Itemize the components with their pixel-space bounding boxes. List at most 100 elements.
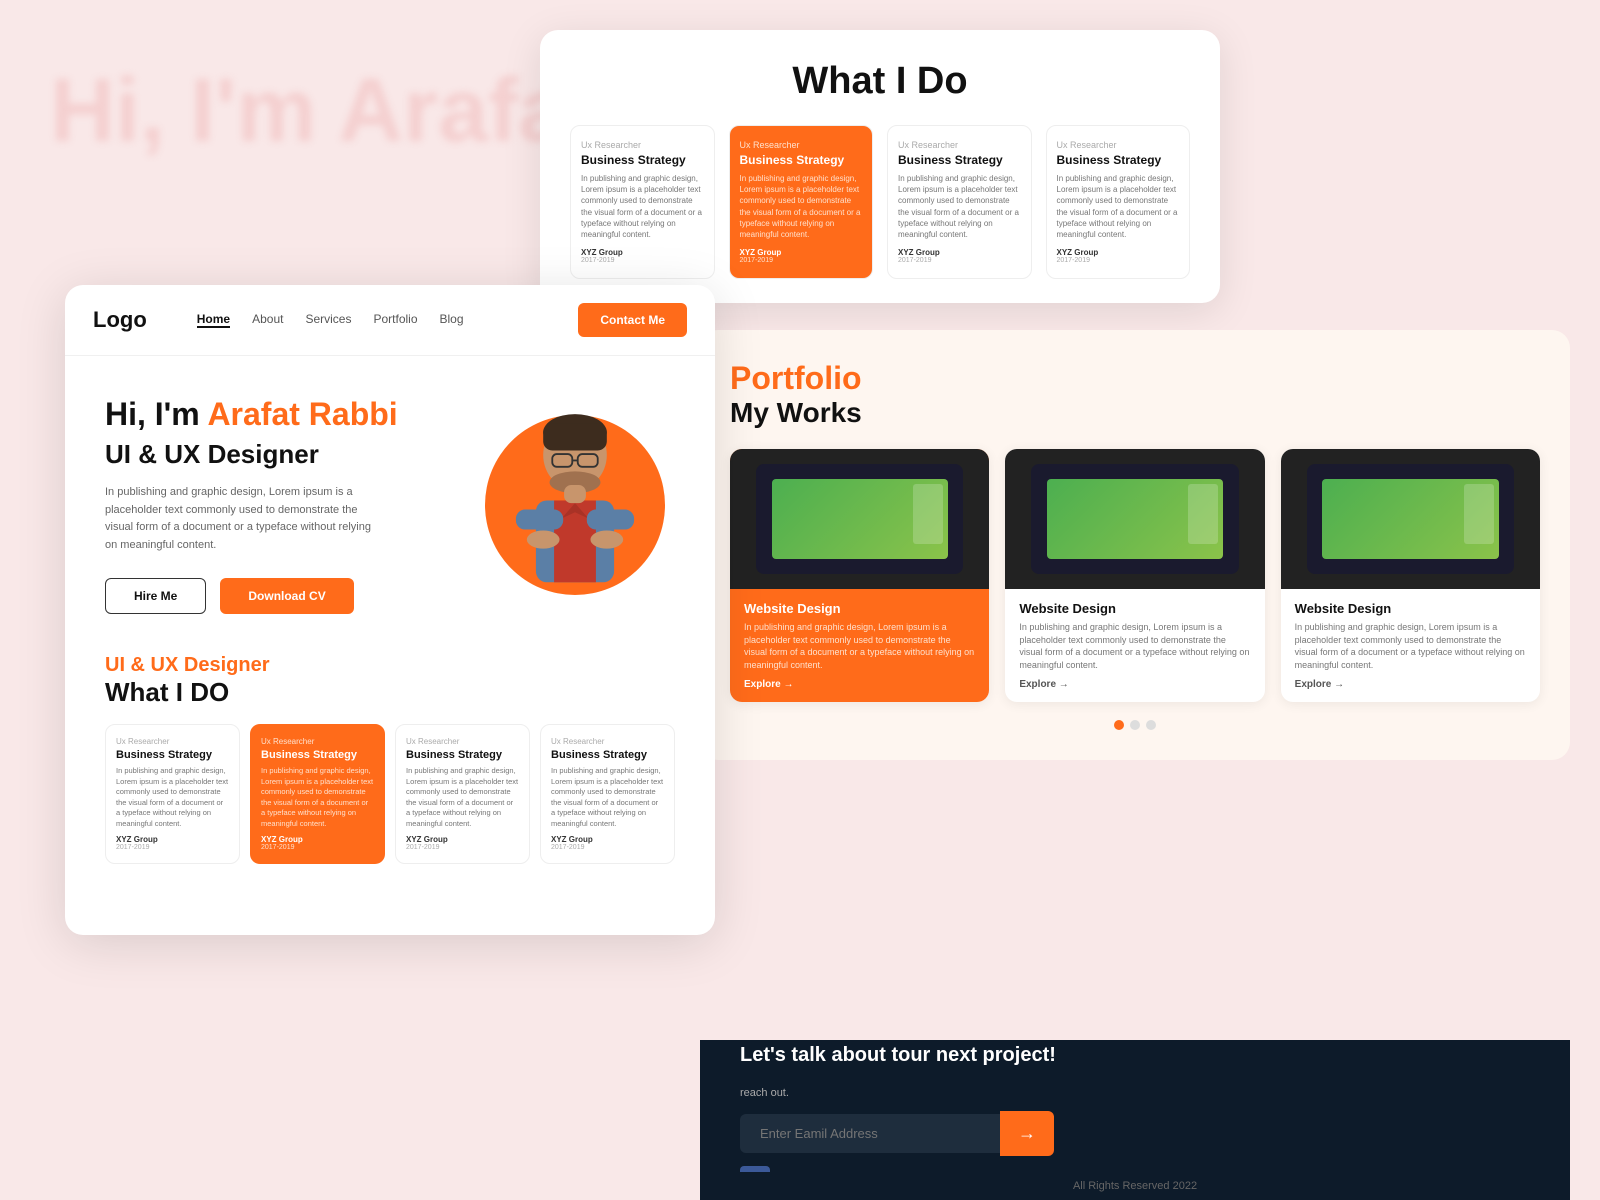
dot-1[interactable] <box>1114 720 1124 730</box>
svc-company-0: XYZ Group <box>581 248 704 257</box>
svc-company-2: XYZ Group <box>898 248 1021 257</box>
svc-company-3: XYZ Group <box>1057 248 1180 257</box>
hero-role: UI & UX Designer <box>105 439 475 470</box>
portfolio-img-2 <box>1281 449 1540 589</box>
explore-link-1[interactable]: Explore → <box>1019 679 1250 690</box>
main-svc-desc-2: In publishing and graphic design, Lorem … <box>406 766 519 829</box>
portfolio-label: Portfolio <box>730 360 1540 397</box>
what-i-do-back-card: What I Do Ux Researcher Business Strateg… <box>540 30 1220 303</box>
main-svc-company-0: XYZ Group <box>116 835 229 844</box>
what-i-do-section: UI & UX Designer What I DO Ux Researcher… <box>65 634 715 874</box>
svc-year-3: 2017-2019 <box>1057 257 1180 264</box>
back-card-service-grid: Ux Researcher Business Strategy In publi… <box>570 125 1190 279</box>
main-svc-title-1: Business Strategy <box>261 749 374 761</box>
svc-company-1: XYZ Group <box>740 248 863 257</box>
portfolio-card-0[interactable]: Website Design In publishing and graphic… <box>730 449 989 702</box>
portfolio-img-0 <box>730 449 989 589</box>
svc-desc-0: In publishing and graphic design, Lorem … <box>581 173 704 240</box>
main-svc-card-1[interactable]: Ux Researcher Business Strategy In publi… <box>250 724 385 864</box>
navbar: Logo Home About Services Portfolio Blog … <box>65 285 715 356</box>
svc-desc-1: In publishing and graphic design, Lorem … <box>740 173 863 240</box>
main-svc-desc-1: In publishing and graphic design, Lorem … <box>261 766 374 829</box>
nav-link-home[interactable]: Home <box>197 312 230 328</box>
portfolio-card-title-0: Website Design <box>744 601 975 616</box>
main-svc-year-2: 2017-2019 <box>406 844 519 851</box>
back-service-card-3[interactable]: Ux Researcher Business Strategy In publi… <box>1046 125 1191 279</box>
portfolio-card-1[interactable]: Website Design In publishing and graphic… <box>1005 449 1264 702</box>
main-svc-company-2: XYZ Group <box>406 835 519 844</box>
svc-title-2: Business Strategy <box>898 153 1021 167</box>
hero-desc: In publishing and graphic design, Lorem … <box>105 484 385 554</box>
main-svc-role-0: Ux Researcher <box>116 737 229 746</box>
nav-links: Home About Services Portfolio Blog <box>197 312 559 328</box>
svc-title-3: Business Strategy <box>1057 153 1180 167</box>
hire-me-button[interactable]: Hire Me <box>105 578 206 614</box>
back-service-card-2[interactable]: Ux Researcher Business Strategy In publi… <box>887 125 1032 279</box>
hero-greeting: Hi, I'm Arafat Rabbi <box>105 396 475 433</box>
hero-section: Hi, I'm Arafat Rabbi UI & UX Designer In… <box>65 356 715 634</box>
email-submit-button[interactable]: → <box>1000 1111 1054 1156</box>
svc-year-0: 2017-2019 <box>581 257 704 264</box>
dot-2[interactable] <box>1130 720 1140 730</box>
main-card: Logo Home About Services Portfolio Blog … <box>65 285 715 935</box>
footer-cta-text: Let's talk about tour next project! <box>740 1044 1056 1067</box>
nav-logo: Logo <box>93 307 147 333</box>
portfolio-card-desc-1: In publishing and graphic design, Lorem … <box>1019 621 1250 671</box>
hero-name: Arafat Rabbi <box>207 396 397 432</box>
main-svc-title-0: Business Strategy <box>116 749 229 761</box>
portfolio-img-1 <box>1005 449 1264 589</box>
hero-image-container <box>475 405 675 605</box>
main-svc-card-0[interactable]: Ux Researcher Business Strategy In publi… <box>105 724 240 864</box>
nav-link-services[interactable]: Services <box>305 312 351 328</box>
portfolio-card-desc-0: In publishing and graphic design, Lorem … <box>744 621 975 671</box>
svc-title-1: Business Strategy <box>740 153 863 167</box>
back-card-title: What I Do <box>570 60 1190 103</box>
nav-link-blog[interactable]: Blog <box>440 312 464 328</box>
explore-link-2[interactable]: Explore → <box>1295 679 1526 690</box>
portfolio-grid: Website Design In publishing and graphic… <box>730 449 1540 702</box>
dot-3[interactable] <box>1146 720 1156 730</box>
main-svc-role-2: Ux Researcher <box>406 737 519 746</box>
hero-text: Hi, I'm Arafat Rabbi UI & UX Designer In… <box>105 396 475 614</box>
email-input[interactable] <box>740 1114 1000 1153</box>
portfolio-section: Portfolio My Works Website Design In pub… <box>700 330 1570 760</box>
main-svc-year-1: 2017-2019 <box>261 844 374 851</box>
download-cv-button[interactable]: Download CV <box>220 578 353 614</box>
main-svc-title-3: Business Strategy <box>551 749 664 761</box>
main-svc-company-3: XYZ Group <box>551 835 664 844</box>
main-svc-company-1: XYZ Group <box>261 835 374 844</box>
portfolio-card-title-1: Website Design <box>1019 601 1250 616</box>
nav-link-about[interactable]: About <box>252 312 283 328</box>
portfolio-card-desc-2: In publishing and graphic design, Lorem … <box>1295 621 1526 671</box>
contact-me-button[interactable]: Contact Me <box>578 303 687 337</box>
main-svc-card-3[interactable]: Ux Researcher Business Strategy In publi… <box>540 724 675 864</box>
main-svc-desc-0: In publishing and graphic design, Lorem … <box>116 766 229 829</box>
section-title: What I DO <box>105 677 675 708</box>
nav-link-portfolio[interactable]: Portfolio <box>373 312 417 328</box>
portfolio-card-2[interactable]: Website Design In publishing and graphic… <box>1281 449 1540 702</box>
hero-hi: Hi, I'm <box>105 396 200 432</box>
svc-role-3: Ux Researcher <box>1057 140 1180 150</box>
portfolio-dots <box>730 720 1540 730</box>
footer-copyright: All Rights Reserved 2022 <box>700 1172 1570 1200</box>
svc-role-0: Ux Researcher <box>581 140 704 150</box>
footer-note: reach out. <box>740 1087 1056 1099</box>
main-svc-year-0: 2017-2019 <box>116 844 229 851</box>
svc-desc-3: In publishing and graphic design, Lorem … <box>1057 173 1180 240</box>
explore-link-0[interactable]: Explore → <box>744 679 975 690</box>
main-svc-desc-3: In publishing and graphic design, Lorem … <box>551 766 664 829</box>
main-svc-card-2[interactable]: Ux Researcher Business Strategy In publi… <box>395 724 530 864</box>
back-service-card-1[interactable]: Ux Researcher Business Strategy In publi… <box>729 125 874 279</box>
main-svc-role-3: Ux Researcher <box>551 737 664 746</box>
hero-person-image <box>475 385 675 605</box>
portfolio-card-title-2: Website Design <box>1295 601 1526 616</box>
hero-buttons: Hire Me Download CV <box>105 578 475 614</box>
main-svc-year-3: 2017-2019 <box>551 844 664 851</box>
back-service-card-0[interactable]: Ux Researcher Business Strategy In publi… <box>570 125 715 279</box>
service-grid: Ux Researcher Business Strategy In publi… <box>105 724 675 864</box>
svc-desc-2: In publishing and graphic design, Lorem … <box>898 173 1021 240</box>
portfolio-sub: My Works <box>730 397 1540 429</box>
svc-title-0: Business Strategy <box>581 153 704 167</box>
main-svc-role-1: Ux Researcher <box>261 737 374 746</box>
section-sub: UI & UX Designer <box>105 654 675 677</box>
